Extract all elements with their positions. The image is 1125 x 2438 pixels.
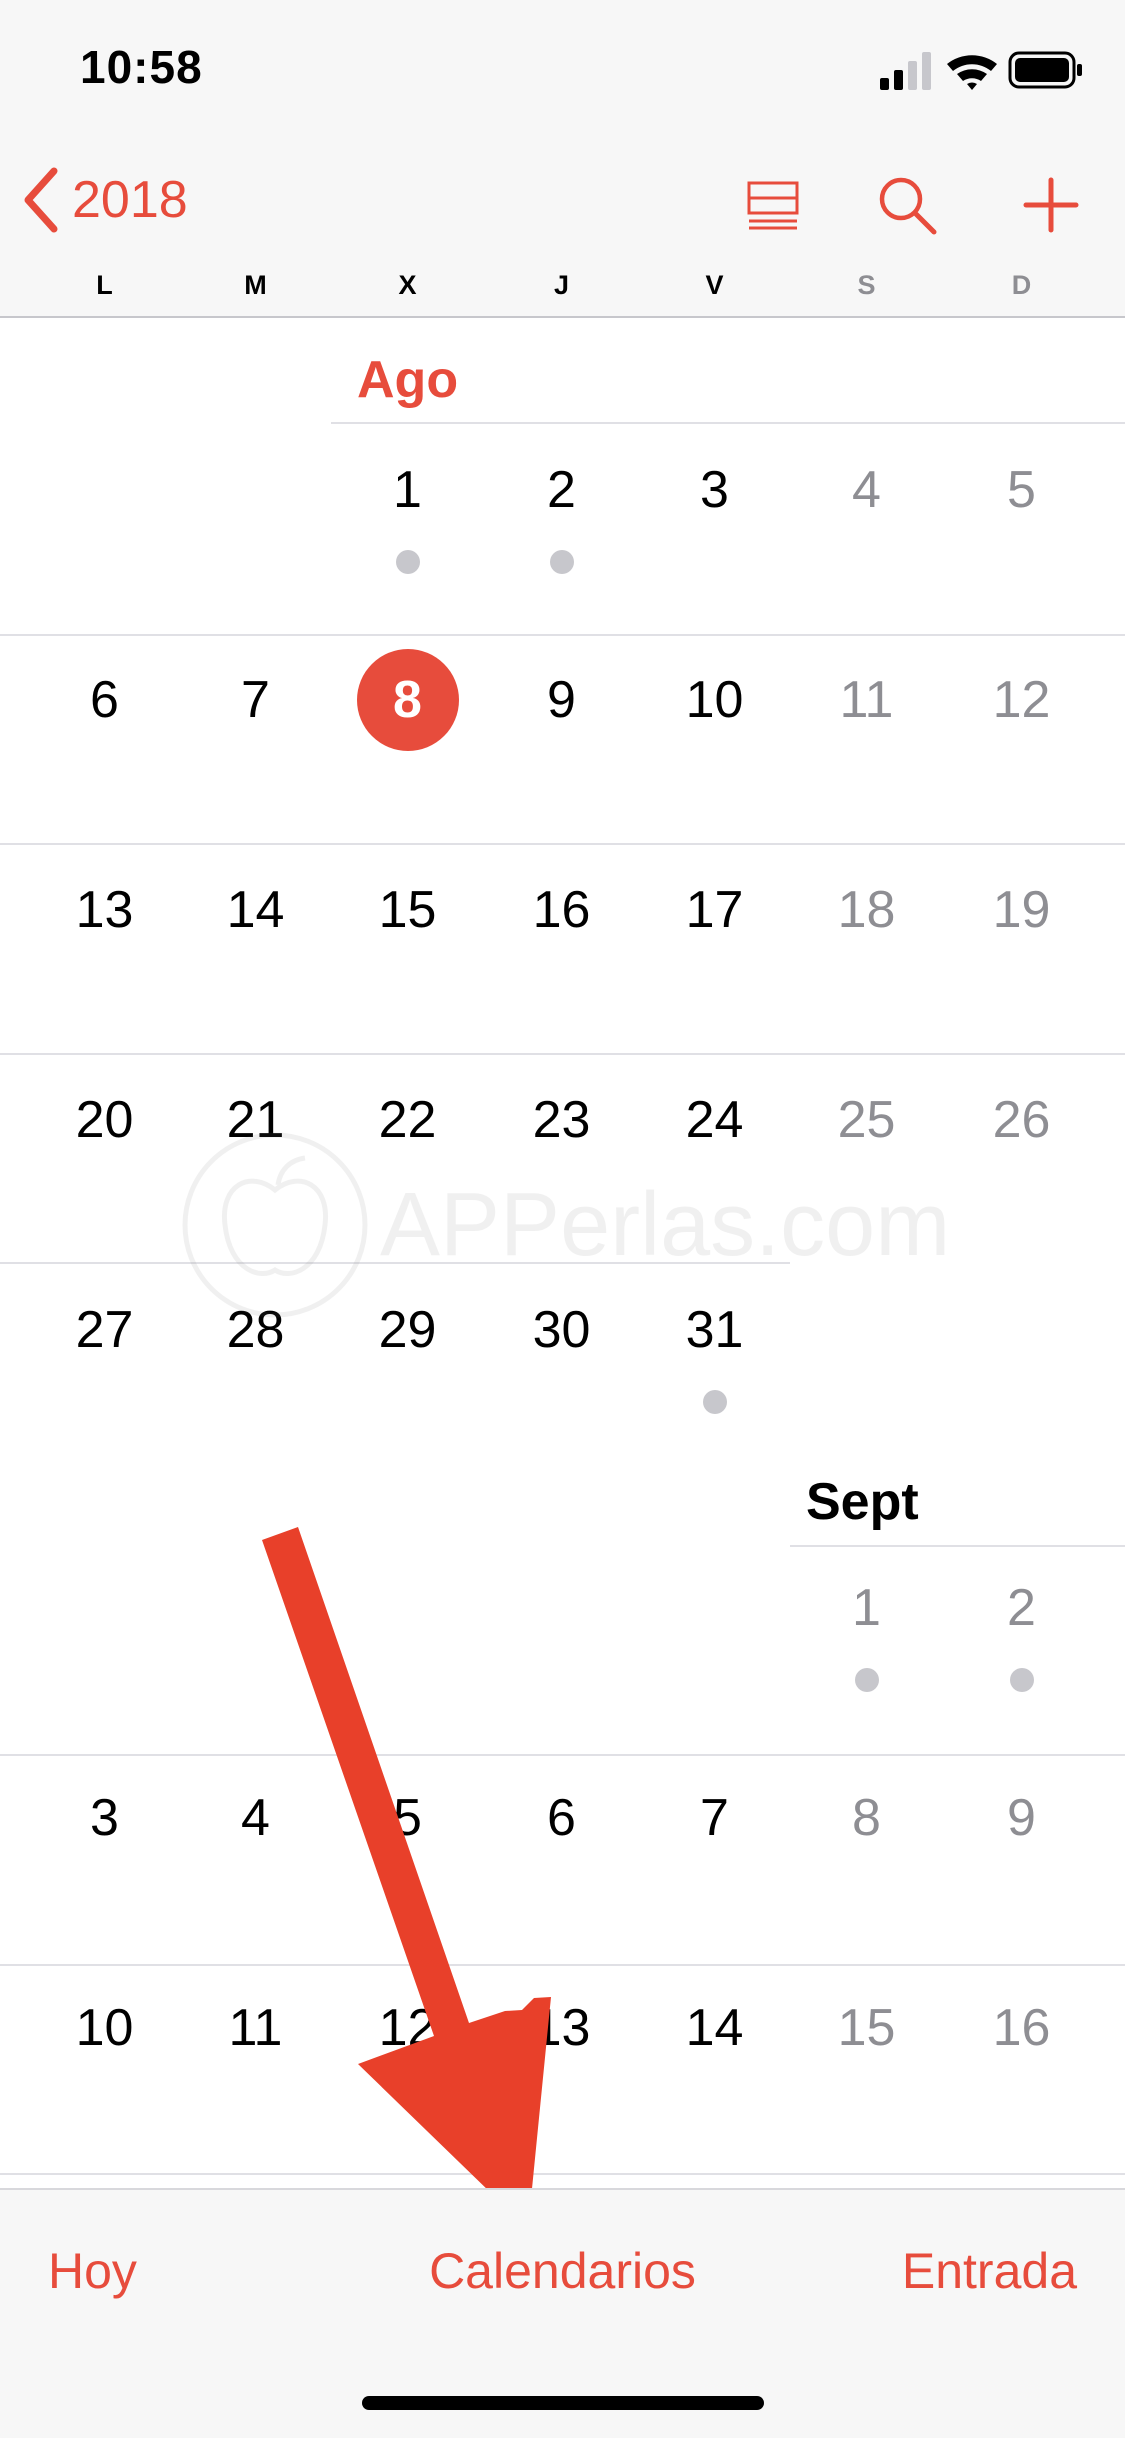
month-label-0: Ago bbox=[357, 351, 459, 409]
day-cell[interactable]: 1 bbox=[331, 460, 484, 520]
event-dot bbox=[549, 550, 574, 574]
day-cell[interactable]: 4 bbox=[790, 460, 943, 520]
day-cell[interactable]: 7 bbox=[638, 1788, 791, 1848]
status-time: 10:58 bbox=[80, 41, 203, 93]
watermark-text: APPerlas.com bbox=[380, 1175, 951, 1275]
day-cell[interactable]: 10 bbox=[638, 670, 791, 730]
day-cell[interactable]: 20 bbox=[28, 1090, 181, 1150]
day-cell[interactable]: 9 bbox=[485, 670, 638, 730]
day-cell[interactable]: 12 bbox=[945, 670, 1098, 730]
back-button[interactable]: 2018 bbox=[20, 160, 188, 240]
event-dot bbox=[1009, 1668, 1034, 1692]
add-event-button[interactable] bbox=[1006, 160, 1096, 250]
day-cell[interactable]: 16 bbox=[485, 880, 638, 940]
weekday-sat: S bbox=[857, 270, 876, 300]
day-cell[interactable]: 18 bbox=[790, 880, 943, 940]
weekday-sun: D bbox=[1011, 270, 1032, 300]
week-divider bbox=[0, 1964, 1125, 1966]
day-cell[interactable]: 7 bbox=[179, 670, 332, 730]
event-dot bbox=[702, 1390, 727, 1414]
day-cell[interactable]: 6 bbox=[28, 670, 181, 730]
day-cell[interactable]: 2 bbox=[945, 1578, 1098, 1638]
day-cell[interactable]: 19 bbox=[945, 880, 1098, 940]
weekday-fri: V bbox=[705, 270, 724, 300]
week-divider bbox=[0, 1754, 1125, 1756]
day-cell[interactable]: 6 bbox=[485, 1788, 638, 1848]
day-cell[interactable]: 11 bbox=[790, 670, 943, 730]
signal-icon bbox=[880, 52, 931, 90]
day-cell[interactable]: 16 bbox=[945, 1998, 1098, 2058]
weekday-wed: X bbox=[398, 270, 417, 300]
weekday-mon: L bbox=[96, 270, 113, 300]
day-cell[interactable]: 5 bbox=[331, 1788, 484, 1848]
day-cell-today[interactable]: 8 bbox=[331, 670, 484, 730]
weekday-tue: M bbox=[244, 270, 267, 300]
event-dot bbox=[854, 1668, 879, 1692]
plus-icon bbox=[1023, 177, 1079, 233]
status-icons bbox=[880, 51, 1082, 90]
week-divider bbox=[0, 1053, 1125, 1055]
day-cell[interactable]: 1 bbox=[790, 1578, 943, 1638]
weekday-header: L M X J V S D bbox=[0, 270, 1125, 316]
day-cell[interactable]: 5 bbox=[945, 460, 1098, 520]
home-indicator bbox=[362, 2396, 764, 2410]
day-cell[interactable]: 2 bbox=[485, 460, 638, 520]
day-cell[interactable]: 11 bbox=[179, 1998, 332, 2058]
search-button[interactable] bbox=[862, 160, 952, 250]
day-cell[interactable]: 4 bbox=[179, 1788, 332, 1848]
week-divider bbox=[0, 2173, 1125, 2175]
apple-logo-icon bbox=[182, 1132, 368, 1318]
month-label-1: Sept bbox=[806, 1473, 919, 1531]
day-cell[interactable]: 13 bbox=[28, 880, 181, 940]
day-cell[interactable]: 15 bbox=[790, 1998, 943, 2058]
day-cell[interactable]: 10 bbox=[28, 1998, 181, 2058]
chevron-left-icon bbox=[24, 167, 58, 233]
day-cell[interactable]: 3 bbox=[638, 460, 791, 520]
day-cell[interactable]: 27 bbox=[28, 1300, 181, 1360]
search-icon bbox=[879, 177, 937, 235]
day-cell[interactable]: 3 bbox=[28, 1788, 181, 1848]
day-cell[interactable]: 12 bbox=[331, 1998, 484, 2058]
watermark: APPerlas.com bbox=[180, 1130, 980, 1320]
weekday-thu: J bbox=[553, 270, 570, 300]
day-cell[interactable]: 14 bbox=[179, 880, 332, 940]
event-dot bbox=[395, 550, 420, 574]
day-cell[interactable]: 17 bbox=[638, 880, 791, 940]
day-cell[interactable]: 14 bbox=[638, 1998, 791, 2058]
wifi-icon bbox=[947, 55, 997, 90]
day-cell[interactable]: 9 bbox=[945, 1788, 1098, 1848]
list-view-button[interactable] bbox=[728, 160, 818, 250]
week-divider bbox=[790, 1545, 1125, 1547]
battery-icon bbox=[1008, 51, 1082, 89]
day-cell[interactable]: 15 bbox=[331, 880, 484, 940]
week-divider bbox=[331, 422, 1125, 424]
back-label: 2018 bbox=[72, 171, 188, 229]
day-cell[interactable]: 8 bbox=[790, 1788, 943, 1848]
day-cell[interactable]: 13 bbox=[485, 1998, 638, 2058]
week-divider bbox=[0, 843, 1125, 845]
list-icon bbox=[747, 181, 799, 230]
inbox-button[interactable]: Entrada bbox=[902, 2242, 1077, 2300]
week-divider bbox=[0, 634, 1125, 636]
